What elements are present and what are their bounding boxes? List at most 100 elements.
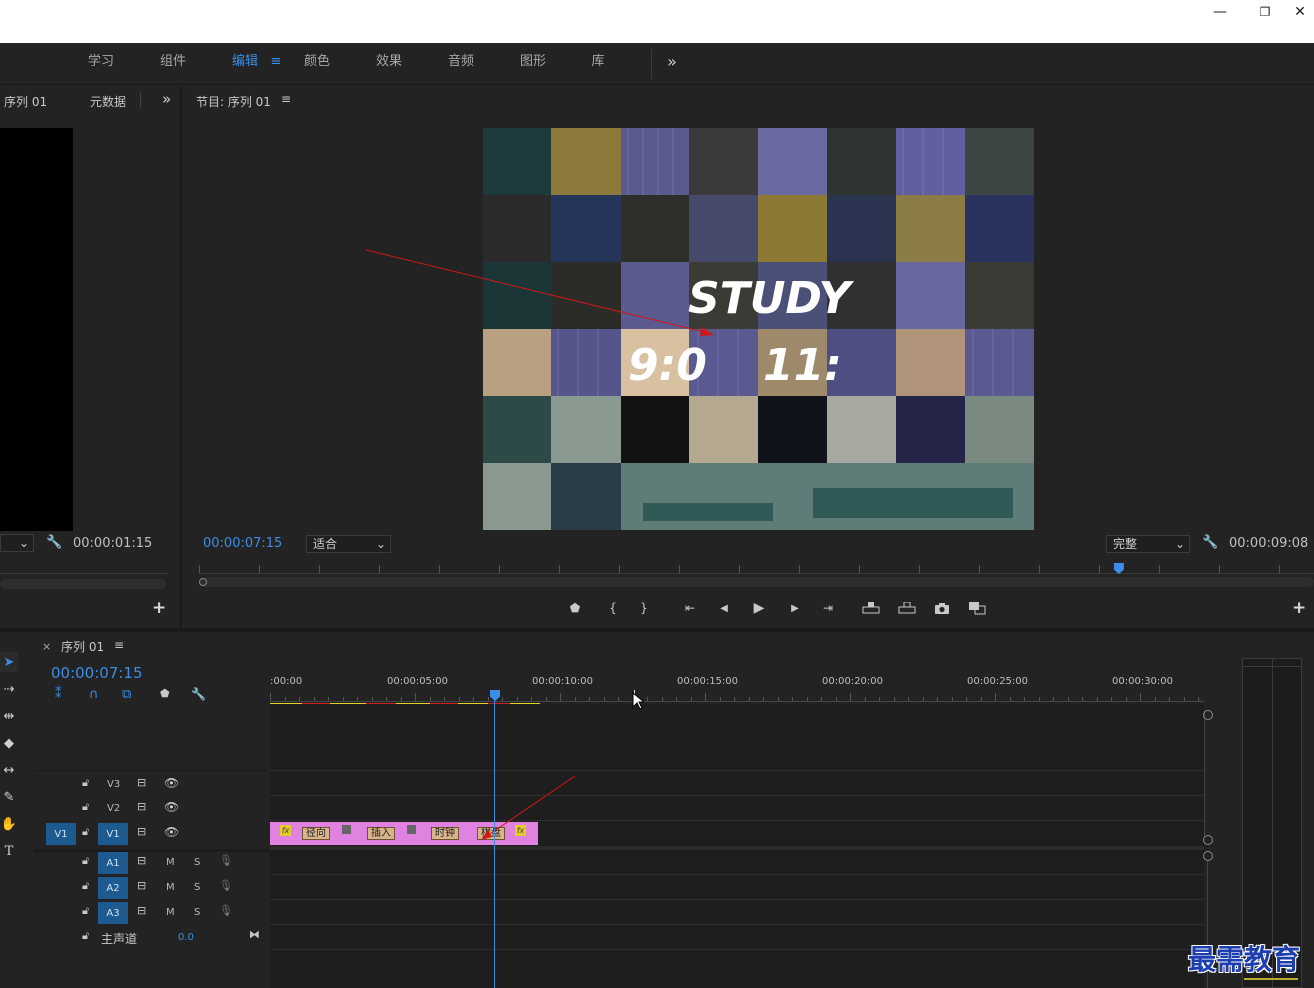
timeline-ruler[interactable]: :00:00 00:00:05:00 00:00:10:00 00:00:15:… bbox=[270, 676, 1204, 705]
track-label-a1[interactable]: A1 bbox=[98, 852, 128, 874]
video-scrollbar[interactable] bbox=[1204, 710, 1212, 838]
eye-icon[interactable]: 👁︎ bbox=[164, 776, 179, 790]
sync-lock-icon[interactable]: ⊟ bbox=[137, 879, 146, 892]
microphone-icon[interactable]: 🎙︎ bbox=[219, 904, 233, 917]
lock-icon[interactable]: 🔓︎ bbox=[82, 929, 89, 943]
type-tool-icon[interactable]: T bbox=[0, 841, 18, 861]
comparison-view-icon[interactable] bbox=[965, 598, 989, 618]
play-button[interactable]: ▶ bbox=[747, 598, 771, 618]
workspace-tab-editing[interactable]: 编辑 bbox=[222, 43, 268, 85]
program-quality-dropdown[interactable]: 完整 ⌄ bbox=[1106, 535, 1190, 553]
scroll-handle[interactable] bbox=[1203, 710, 1213, 720]
sync-lock-icon[interactable]: ⊟ bbox=[137, 800, 146, 813]
tab-metadata[interactable]: 元数据 bbox=[90, 93, 126, 110]
track-label-v2[interactable]: V2 bbox=[107, 803, 120, 814]
lock-icon[interactable]: 🔓︎ bbox=[82, 776, 89, 790]
mute-button[interactable]: M bbox=[166, 882, 175, 893]
program-current-timecode[interactable]: 00:00:07:15 bbox=[203, 536, 282, 551]
workspace-tab-color[interactable]: 颜色 bbox=[294, 43, 340, 85]
tab-source-sequence[interactable]: 序列 01 bbox=[4, 93, 47, 110]
nest-toggle-icon[interactable]: ⁑ bbox=[55, 687, 62, 702]
mark-out-button[interactable]: } bbox=[632, 598, 656, 618]
go-to-out-button[interactable]: ⇥ bbox=[816, 598, 840, 618]
source-patch-v1[interactable]: V1 bbox=[46, 823, 76, 845]
source-add-button[interactable]: + bbox=[152, 598, 166, 618]
workspace-tab-learn[interactable]: 学习 bbox=[78, 43, 124, 85]
workspace-tab-libraries[interactable]: 库 bbox=[582, 43, 614, 85]
program-menu-icon[interactable]: ≡ bbox=[281, 92, 291, 106]
mute-button[interactable]: M bbox=[166, 907, 175, 918]
eye-icon[interactable]: 👁︎ bbox=[164, 800, 179, 814]
workspace-tab-audio[interactable]: 音频 bbox=[438, 43, 484, 85]
lock-icon[interactable]: 🔓︎ bbox=[82, 854, 89, 868]
lock-icon[interactable]: 🔓︎ bbox=[82, 800, 89, 814]
transition-clock[interactable]: 时钟 bbox=[431, 827, 459, 840]
track-label-a3[interactable]: A3 bbox=[98, 902, 128, 924]
timeline-timecode[interactable]: 00:00:07:15 bbox=[51, 664, 143, 682]
sync-lock-icon[interactable]: ⊟ bbox=[137, 825, 146, 838]
timeline-close-icon[interactable]: × bbox=[42, 640, 51, 653]
lock-icon[interactable]: 🔓︎ bbox=[82, 825, 89, 839]
mark-in-button[interactable]: { bbox=[601, 598, 625, 618]
sync-lock-icon[interactable]: ⊟ bbox=[137, 776, 146, 789]
solo-button[interactable]: S bbox=[194, 857, 200, 868]
linked-selection-icon[interactable]: ⧉ bbox=[122, 687, 131, 702]
microphone-icon[interactable]: 🎙︎ bbox=[219, 879, 233, 892]
source-settings-wrench-icon[interactable]: 🔧 bbox=[46, 535, 62, 550]
workspace-tab-effects[interactable]: 效果 bbox=[366, 43, 412, 85]
export-frame-camera-icon[interactable] bbox=[930, 598, 954, 618]
workspace-menu-icon[interactable]: ≡ bbox=[266, 43, 286, 85]
program-add-button[interactable]: + bbox=[1292, 598, 1306, 618]
restore-button[interactable]: ❐ bbox=[1242, 0, 1288, 24]
tab-program[interactable]: 节目: 序列 01 bbox=[196, 93, 271, 110]
scrollbar-handle-left[interactable] bbox=[199, 578, 207, 586]
selection-tool-icon[interactable]: ➤ bbox=[0, 652, 18, 672]
razor-tool-icon[interactable]: ◆ bbox=[0, 733, 18, 753]
lift-button[interactable] bbox=[859, 598, 883, 618]
source-overflow-icon[interactable]: » bbox=[162, 90, 171, 108]
step-forward-button[interactable]: ▶ bbox=[783, 598, 807, 618]
tab-timeline-sequence[interactable]: 序列 01 bbox=[61, 638, 104, 655]
transition-insert[interactable]: 插入 bbox=[367, 827, 395, 840]
pen-tool-icon[interactable]: ✎ bbox=[0, 787, 18, 807]
hand-tool-icon[interactable]: ✋ bbox=[0, 814, 18, 834]
minimize-button[interactable]: — bbox=[1197, 0, 1243, 24]
sync-lock-icon[interactable]: ⊟ bbox=[137, 854, 146, 867]
master-volume-value[interactable]: 0.0 bbox=[178, 932, 194, 943]
solo-button[interactable]: S bbox=[194, 882, 200, 893]
scroll-handle[interactable] bbox=[1203, 835, 1213, 845]
source-zoom-dropdown[interactable]: ⌄ bbox=[0, 534, 34, 552]
close-button[interactable]: ✕ bbox=[1286, 0, 1314, 24]
track-select-tool-icon[interactable]: ⇢ bbox=[0, 679, 18, 699]
track-label-v3[interactable]: V3 bbox=[107, 779, 120, 790]
lock-icon[interactable]: 🔓︎ bbox=[82, 904, 89, 918]
transition-radial[interactable]: 径向 bbox=[302, 827, 330, 840]
scroll-handle[interactable] bbox=[1203, 851, 1213, 861]
sync-lock-icon[interactable]: ⊟ bbox=[137, 904, 146, 917]
workspace-tab-graphics[interactable]: 图形 bbox=[510, 43, 556, 85]
program-settings-wrench-icon[interactable]: 🔧 bbox=[1202, 535, 1218, 550]
program-scrollbar[interactable] bbox=[199, 577, 1314, 587]
track-label-a2[interactable]: A2 bbox=[98, 877, 128, 899]
snap-magnet-icon[interactable]: ∩ bbox=[89, 687, 99, 702]
program-ruler[interactable] bbox=[199, 564, 1314, 574]
source-scrollbar[interactable] bbox=[0, 579, 166, 589]
timeline-menu-icon[interactable]: ≡ bbox=[114, 638, 124, 652]
track-label-v1[interactable]: V1 bbox=[98, 823, 128, 845]
lock-icon[interactable]: 🔓︎ bbox=[82, 879, 89, 893]
slip-tool-icon[interactable]: ↔ bbox=[0, 760, 18, 780]
eye-icon[interactable]: 👁︎ bbox=[164, 825, 179, 839]
workspace-tab-assembly[interactable]: 组件 bbox=[150, 43, 196, 85]
extract-button[interactable] bbox=[895, 598, 919, 618]
ripple-edit-tool-icon[interactable]: ⇹ bbox=[0, 706, 18, 726]
timeline-settings-wrench-icon[interactable]: 🔧 bbox=[191, 687, 206, 701]
microphone-icon[interactable]: 🎙︎ bbox=[219, 854, 233, 867]
go-to-in-button[interactable]: ⇤ bbox=[678, 598, 702, 618]
program-fit-dropdown[interactable]: 适合 ⌄ bbox=[306, 535, 391, 553]
master-expand-icon[interactable]: ⧓ bbox=[249, 928, 260, 941]
add-marker-button[interactable]: ⬟ bbox=[563, 598, 587, 618]
step-back-button[interactable]: ◀ bbox=[712, 598, 736, 618]
mute-button[interactable]: M bbox=[166, 857, 175, 868]
workspace-overflow-icon[interactable]: » bbox=[660, 43, 684, 85]
add-marker-icon[interactable]: ⬟ bbox=[160, 687, 170, 700]
